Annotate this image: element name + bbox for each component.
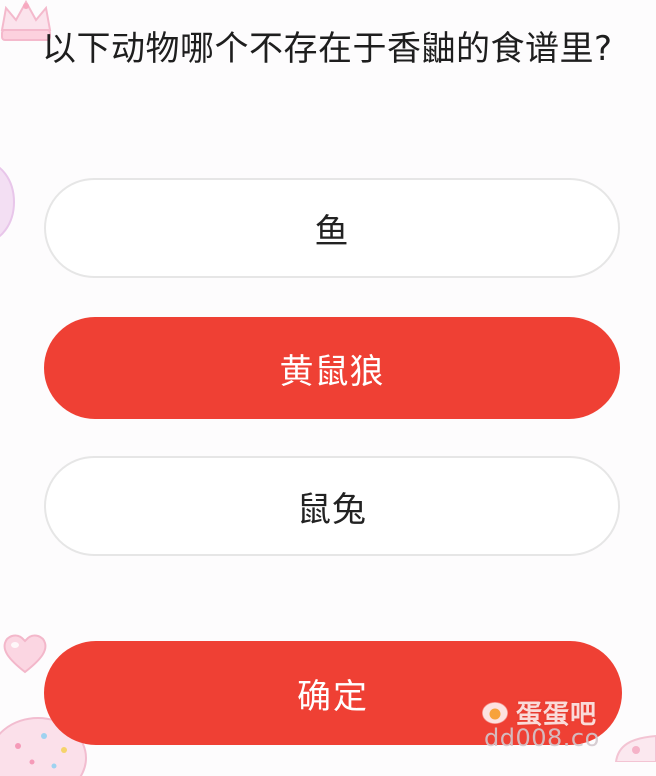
- option-label: 鱼: [314, 211, 350, 252]
- confirm-button[interactable]: 确定: [44, 641, 622, 745]
- option-label: 鼠兔: [297, 489, 367, 530]
- bow-sticker-icon: [614, 734, 656, 762]
- option-pika-button[interactable]: 鼠兔: [44, 456, 620, 556]
- option-label: 黄鼠狼: [279, 351, 385, 392]
- heart-sticker-icon: [3, 634, 47, 674]
- option-weasel-button[interactable]: 黄鼠狼: [44, 317, 620, 419]
- question-text: 以下动物哪个不存在于香鼬的食谱里?: [42, 29, 613, 69]
- option-fish-button[interactable]: 鱼: [44, 178, 620, 278]
- bubble-sticker-icon: [0, 166, 15, 238]
